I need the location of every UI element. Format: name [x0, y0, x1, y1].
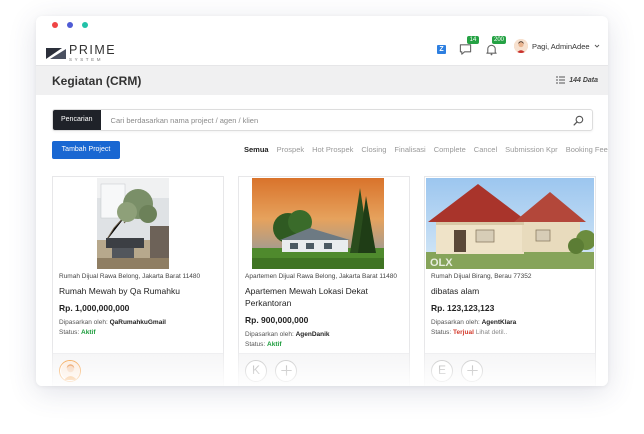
- marketed-by-label: Dipasarkan oleh:: [245, 331, 294, 338]
- filter-semua[interactable]: Semua: [244, 145, 269, 154]
- filter-booking-fee[interactable]: Booking Fee: [566, 145, 608, 154]
- status-label: Status:: [431, 329, 452, 336]
- search-bar: Pencarian: [52, 109, 593, 131]
- messages-count: 14: [467, 36, 479, 44]
- project-card[interactable]: Rumah Dijual Rawa Belong, Jakarta Barat …: [52, 176, 224, 386]
- filter-prospek[interactable]: Prospek: [277, 145, 305, 154]
- property-title[interactable]: Apartemen Mewah Lokasi Dekat Perkantoran: [245, 285, 405, 309]
- search-label[interactable]: Pencarian: [53, 110, 101, 130]
- status-filters: Semua Prospek Hot Prospek Closing Finali…: [244, 145, 608, 154]
- marketed-by-label: Dipasarkan oleh:: [431, 319, 480, 326]
- status-label: Status:: [59, 329, 80, 336]
- filter-cancel[interactable]: Cancel: [474, 145, 497, 154]
- window-controls: [52, 22, 88, 28]
- plus-icon: [280, 365, 292, 376]
- close-dot[interactable]: [52, 22, 58, 28]
- plus-icon: [466, 365, 478, 376]
- brand-logo[interactable]: PRIME SYSTEM: [46, 44, 116, 62]
- search-input[interactable]: [110, 115, 551, 125]
- brand-name: PRIME: [69, 43, 117, 57]
- project-card[interactable]: Apartemen Dijual Rawa Belong, Jakarta Ba…: [238, 176, 410, 386]
- property-title[interactable]: Rumah Mewah by Qa Rumahku: [59, 285, 219, 297]
- page-title: Kegiatan (CRM): [52, 74, 142, 88]
- logo-mark-icon: [46, 47, 66, 59]
- property-location: Rumah Dijual Birang, Berau 77352: [431, 273, 532, 280]
- property-meta: Dipasarkan oleh: AgenDanik Status: Aktif: [245, 330, 330, 350]
- search-icon[interactable]: [573, 115, 584, 126]
- notifications-count: 200: [492, 36, 507, 44]
- property-price: Rp. 1,000,000,000: [59, 303, 130, 313]
- card-footer: E: [425, 353, 595, 386]
- maximize-dot[interactable]: [82, 22, 88, 28]
- list-icon: [556, 76, 566, 84]
- user-greeting: Pagi, AdminAdee: [532, 41, 590, 51]
- user-avatar: [514, 39, 528, 53]
- add-agent-button[interactable]: [275, 360, 297, 382]
- property-meta: Dipasarkan oleh: QaRumahkuGmail Status: …: [59, 318, 166, 338]
- filter-hot-prospek[interactable]: Hot Prospek: [312, 145, 353, 154]
- agent-avatar[interactable]: E: [431, 360, 453, 382]
- add-project-button[interactable]: Tambah Project: [52, 141, 120, 159]
- agent-avatar[interactable]: K: [245, 360, 267, 382]
- olx-watermark: OLX: [430, 257, 453, 269]
- filter-closing[interactable]: Closing: [361, 145, 386, 154]
- property-meta: Dipasarkan oleh: AgentKlara Status: Terj…: [431, 318, 516, 338]
- filter-submission-kpr[interactable]: Submission Kpr: [505, 145, 558, 154]
- property-location: Rumah Dijual Rawa Belong, Jakarta Barat …: [59, 273, 201, 280]
- add-agent-button[interactable]: [461, 360, 483, 382]
- chat-icon: [459, 44, 472, 55]
- chevron-down-icon: [594, 44, 599, 48]
- filter-finalisasi[interactable]: Finalisasi: [394, 145, 425, 154]
- app-window: PRIME SYSTEM Z 14 200 Pagi, AdminAdee Ke…: [36, 16, 608, 386]
- agent-avatar[interactable]: [59, 360, 81, 382]
- status-badge: Aktif: [267, 341, 282, 348]
- messages-button[interactable]: 14: [459, 36, 479, 56]
- data-count: 144 Data: [556, 76, 598, 84]
- property-photo[interactable]: OLX: [426, 178, 594, 269]
- status-badge: Terjual: [453, 329, 474, 336]
- property-photo[interactable]: [240, 178, 408, 269]
- agent-name[interactable]: AgenDanik: [296, 331, 330, 338]
- data-count-label: 144 Data: [569, 76, 598, 84]
- property-title[interactable]: dibatas alam: [431, 285, 591, 297]
- property-location: Apartemen Dijual Rawa Belong, Jakarta Ba…: [245, 273, 397, 280]
- property-photo[interactable]: [54, 178, 222, 269]
- project-card[interactable]: OLX Rumah Dijual Birang, Berau 77352 dib…: [424, 176, 596, 386]
- status-label: Status:: [245, 341, 266, 348]
- z-badge[interactable]: Z: [437, 45, 446, 54]
- card-footer: [53, 353, 223, 386]
- user-menu[interactable]: Pagi, AdminAdee: [514, 39, 600, 53]
- notifications-button[interactable]: 200: [485, 36, 507, 56]
- detail-link[interactable]: Lihat detil..: [476, 329, 507, 336]
- property-price: Rp. 900,000,000: [245, 315, 309, 325]
- card-footer: K: [239, 353, 409, 386]
- marketed-by-label: Dipasarkan oleh:: [59, 319, 108, 326]
- minimize-dot[interactable]: [67, 22, 73, 28]
- bell-icon: [486, 44, 497, 56]
- property-price: Rp. 123,123,123: [431, 303, 495, 313]
- brand-sub: SYSTEM: [69, 56, 104, 62]
- status-badge: Aktif: [81, 329, 96, 336]
- agent-name[interactable]: QaRumahkuGmail: [110, 319, 166, 326]
- filter-complete[interactable]: Complete: [434, 145, 466, 154]
- agent-name[interactable]: AgentKlara: [482, 319, 517, 326]
- page-header: Kegiatan (CRM) 144 Data: [36, 65, 608, 95]
